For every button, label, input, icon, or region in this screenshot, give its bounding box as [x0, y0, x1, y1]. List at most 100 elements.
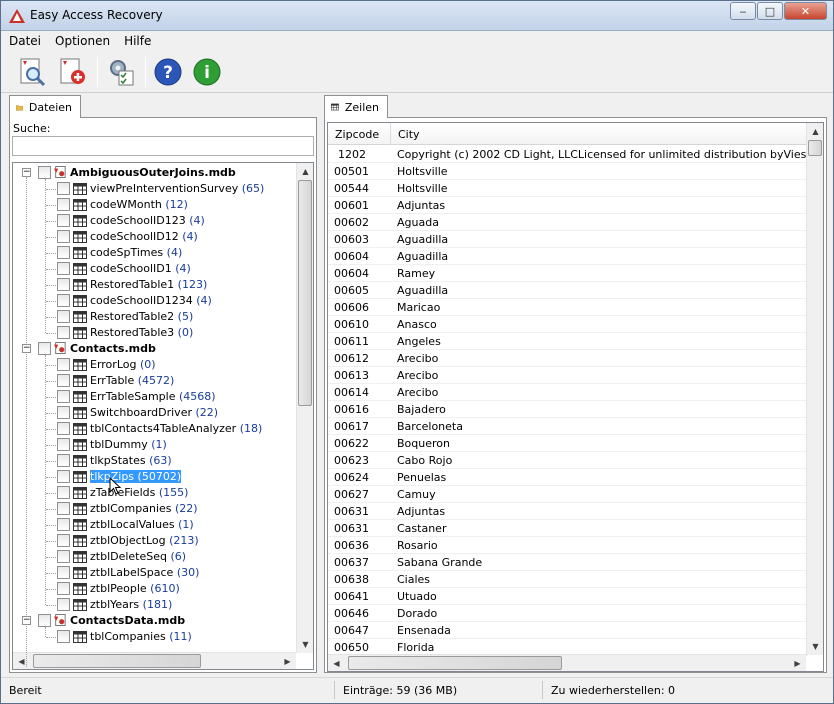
help-button[interactable]: ? — [151, 55, 185, 89]
add-database-button[interactable] — [55, 55, 89, 89]
tree-table-node[interactable]: tblDummy (1) — [13, 437, 296, 453]
table-row[interactable]: 00624 Penuelas — [328, 469, 808, 486]
tree-table-node[interactable]: RestoredTable2 (5) — [13, 309, 296, 325]
table-row[interactable]: 00601 Adjuntas — [328, 197, 808, 214]
tree-checkbox[interactable] — [38, 614, 51, 627]
tab-zeilen[interactable]: Zeilen — [324, 95, 388, 118]
tree-table-node[interactable]: codeSchoolID12 (4) — [13, 229, 296, 245]
tree-checkbox[interactable] — [57, 550, 70, 563]
table-row[interactable]: 00646 Dorado — [328, 605, 808, 622]
tree-checkbox[interactable] — [57, 278, 70, 291]
search-input[interactable] — [12, 136, 314, 156]
table-row[interactable]: 00612 Arecibo — [328, 350, 808, 367]
tree-checkbox[interactable] — [57, 582, 70, 595]
scroll-right-arrow-icon[interactable]: ▶ — [279, 653, 296, 669]
table-row[interactable]: 00636 Rosario — [328, 537, 808, 554]
tree-checkbox[interactable] — [57, 438, 70, 451]
tree-checkbox[interactable] — [57, 534, 70, 547]
tree-table-node[interactable]: ztblObjectLog (213) — [13, 533, 296, 549]
table-row[interactable]: 00631 Castaner — [328, 520, 808, 537]
grid-vertical-scrollbar[interactable]: ▲ ▼ — [806, 123, 823, 655]
table-row[interactable]: 00627 Camuy — [328, 486, 808, 503]
tree-table-node[interactable]: ErrTableSample (4568) — [13, 389, 296, 405]
tree-table-node[interactable]: tblCompanies (11) — [13, 629, 296, 645]
collapse-toggle-icon[interactable]: − — [22, 616, 31, 625]
tree-checkbox[interactable] — [57, 470, 70, 483]
tree-table-node[interactable]: tblContacts4TableAnalyzer (18) — [13, 421, 296, 437]
tree-table-node[interactable]: codeSchoolID1234 (4) — [13, 293, 296, 309]
tree-checkbox[interactable] — [57, 406, 70, 419]
tree-table-node[interactable]: ztblYears (181) — [13, 597, 296, 613]
tree-checkbox[interactable] — [57, 598, 70, 611]
tree-table-node[interactable]: ztblDeleteSeq (6) — [13, 549, 296, 565]
table-row[interactable]: 00617 Barceloneta — [328, 418, 808, 435]
grid-vscroll-thumb[interactable] — [808, 140, 822, 156]
column-header-city[interactable]: City — [391, 123, 808, 145]
tree-table-node[interactable]: ztblCompanies (22) — [13, 501, 296, 517]
tree-checkbox[interactable] — [57, 294, 70, 307]
table-row[interactable]: 00606 Maricao — [328, 299, 808, 316]
tree-checkbox[interactable] — [57, 454, 70, 467]
tree-vertical-scrollbar[interactable]: ▲ ▼ — [296, 163, 313, 653]
title-bar[interactable]: Easy Access Recovery ‒ □ ✕ — [1, 1, 833, 31]
table-row[interactable]: 00501 Holtsville — [328, 163, 808, 180]
tree-table-node[interactable]: codeSchoolID123 (4) — [13, 213, 296, 229]
table-row[interactable]: 00641 Utuado — [328, 588, 808, 605]
close-button[interactable]: ✕ — [784, 2, 827, 20]
open-database-button[interactable] — [15, 55, 49, 89]
table-row[interactable]: 00638 Ciales — [328, 571, 808, 588]
tree-checkbox[interactable] — [57, 230, 70, 243]
table-row[interactable]: 00614 Arecibo — [328, 384, 808, 401]
tree-table-node[interactable]: codeSpTimes (4) — [13, 245, 296, 261]
tab-dateien[interactable]: Dateien — [9, 95, 81, 118]
collapse-toggle-icon[interactable]: − — [22, 168, 31, 177]
table-row[interactable]: 00616 Bajadero — [328, 401, 808, 418]
tree-checkbox[interactable] — [57, 246, 70, 259]
table-row[interactable]: 00631 Adjuntas — [328, 503, 808, 520]
tree-checkbox[interactable] — [57, 502, 70, 515]
maximize-button[interactable]: □ — [757, 2, 783, 20]
tree-table-node[interactable]: RestoredTable1 (123) — [13, 277, 296, 293]
tree-horizontal-scrollbar[interactable]: ◀ ▶ — [13, 652, 296, 669]
grid-hscroll-thumb[interactable] — [348, 656, 562, 670]
tree-checkbox[interactable] — [38, 342, 51, 355]
tree-table-node[interactable]: codeWMonth (12) — [13, 197, 296, 213]
table-row[interactable]: 00602 Aguada — [328, 214, 808, 231]
table-row[interactable]: 00604 Ramey — [328, 265, 808, 282]
collapse-toggle-icon[interactable]: − — [22, 344, 31, 353]
tree-table-node[interactable]: RestoredTable3 (0) — [13, 325, 296, 341]
scroll-right-arrow-icon[interactable]: ▶ — [789, 655, 806, 671]
scroll-down-arrow-icon[interactable]: ▼ — [297, 636, 313, 653]
tree-database-node[interactable]: − ContactsData.mdb — [13, 613, 296, 629]
table-row[interactable]: 00603 Aguadilla — [328, 231, 808, 248]
table-row[interactable]: 00604 Aguadilla — [328, 248, 808, 265]
tree-table-node[interactable]: ztblLocalValues (1) — [13, 517, 296, 533]
scroll-down-arrow-icon[interactable]: ▼ — [807, 638, 823, 655]
tree-table-node[interactable]: viewPreInterventionSurvey (65) — [13, 181, 296, 197]
tree-checkbox[interactable] — [57, 390, 70, 403]
tree-checkbox[interactable] — [57, 518, 70, 531]
menu-hilfe[interactable]: Hilfe — [124, 34, 151, 48]
tree-checkbox[interactable] — [57, 486, 70, 499]
tree-checkbox[interactable] — [57, 262, 70, 275]
tree-table-node[interactable]: ErrTable (4572) — [13, 373, 296, 389]
table-row[interactable]: 00611 Angeles — [328, 333, 808, 350]
scroll-left-arrow-icon[interactable]: ◀ — [13, 653, 30, 669]
tree-checkbox[interactable] — [57, 198, 70, 211]
tree-database-node[interactable]: − AmbiguousOuterJoins.mdb — [13, 165, 296, 181]
scroll-up-arrow-icon[interactable]: ▲ — [807, 123, 823, 140]
settings-button[interactable] — [104, 55, 138, 89]
tree-table-node[interactable]: zTableFields (155) — [13, 485, 296, 501]
scroll-left-arrow-icon[interactable]: ◀ — [328, 655, 345, 671]
tree-vscroll-thumb[interactable] — [298, 180, 312, 406]
table-row[interactable]: 00647 Ensenada — [328, 622, 808, 639]
tree-table-node[interactable]: ErrorLog (0) — [13, 357, 296, 373]
table-row[interactable]: 00544 Holtsville — [328, 180, 808, 197]
minimize-button[interactable]: ‒ — [730, 2, 756, 20]
tree-hscroll-thumb[interactable] — [33, 654, 201, 668]
table-row[interactable]: 00610 Anasco — [328, 316, 808, 333]
tree-checkbox[interactable] — [57, 214, 70, 227]
table-row[interactable]: 00622 Boqueron — [328, 435, 808, 452]
tree-checkbox[interactable] — [57, 422, 70, 435]
tree-checkbox[interactable] — [57, 310, 70, 323]
